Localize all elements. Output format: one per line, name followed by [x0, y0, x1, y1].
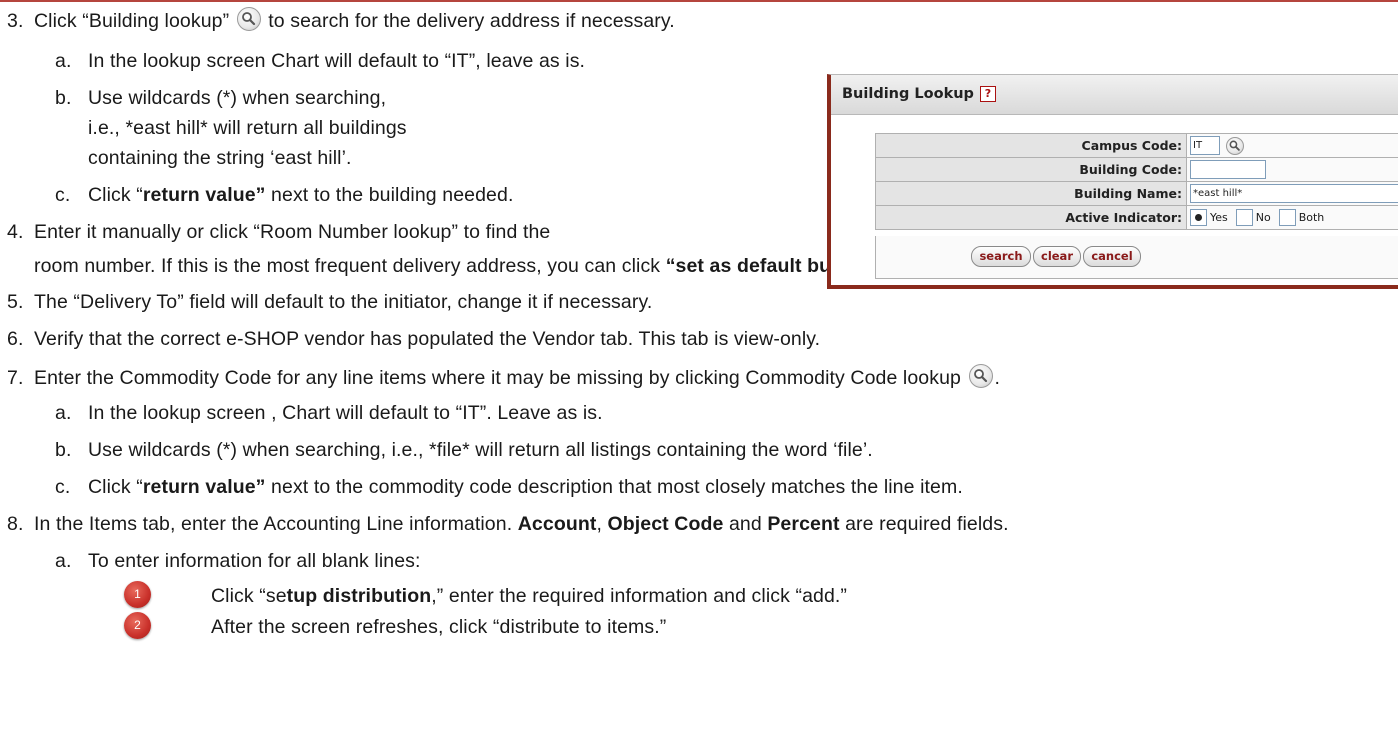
sub-text: i.e., *east hill* will return all buildi…	[88, 117, 407, 139]
field-label: Building Name:	[875, 181, 1187, 206]
radio-both[interactable]	[1278, 209, 1296, 226]
campus-lookup-icon[interactable]	[1225, 136, 1244, 155]
clear-button[interactable]: clear	[1033, 246, 1081, 267]
step-text: Click “Building lookup”	[34, 10, 230, 32]
sub-text: Click “se	[211, 585, 287, 607]
step-7b: b. Use wildcards (*) when searching, i.e.…	[55, 438, 873, 462]
step-text: Enter the Commodity Code for any line it…	[34, 367, 961, 389]
bold-text: Account	[517, 513, 597, 535]
step-7c: c. Click “return value” next to the commo…	[55, 475, 963, 499]
substep-2: After the screen refreshes, click “distr…	[211, 615, 666, 639]
bold-text: Object Code	[607, 513, 724, 535]
step-number: 7.	[7, 367, 24, 389]
step-text: room number. If this is the most frequen…	[34, 255, 666, 277]
step-3c: c. Click “return value” next to the build…	[55, 183, 513, 207]
step-4: 4. Enter it manually or click “Room Numbe…	[7, 220, 550, 244]
step-number: 6.	[7, 328, 24, 350]
sub-text: In the lookup screen Chart will default …	[88, 50, 586, 72]
step-badge-2: 2	[124, 612, 151, 639]
step-8a: a. To enter information for all blank lin…	[55, 549, 421, 573]
radio-yes[interactable]	[1190, 209, 1207, 226]
radio-label: Both	[1298, 211, 1325, 224]
form-row-campus-code: Campus Code: IT	[875, 133, 1398, 158]
campus-code-input[interactable]: IT	[1190, 136, 1220, 155]
field-value: Yes No Both	[1186, 205, 1398, 230]
step-text: Enter it manually or click “Room Number …	[34, 221, 551, 243]
step-6: 6. Verify that the correct e-SHOP vendor …	[7, 327, 820, 351]
step-8: 8. In the Items tab, enter the Accounting…	[7, 512, 1009, 536]
building-lookup-panel: Building Lookup? Campus Code: IT Buildin…	[827, 74, 1398, 289]
top-rule	[0, 0, 1398, 2]
step-3b-cont1: i.e., *east hill* will return all buildi…	[88, 116, 407, 140]
field-value	[1186, 157, 1398, 182]
step-3: 3. Click “Building lookup” to search for …	[7, 7, 675, 33]
form-row-active-indicator: Active Indicator: Yes No Both	[875, 205, 1398, 230]
sub-text: containing the string ‘east hill’.	[88, 147, 352, 169]
step-text: In the Items tab, enter the Accounting L…	[34, 513, 518, 535]
panel-title: Building Lookup	[842, 86, 974, 102]
commodity-code-lookup-icon	[968, 364, 993, 388]
bold-text: tup distribution	[286, 585, 432, 607]
step-3a: a. In the lookup screen Chart will defaul…	[55, 49, 585, 73]
field-value: IT	[1186, 133, 1398, 158]
lookup-form: Campus Code: IT Building Code: Building …	[875, 133, 1398, 230]
building-lookup-icon	[236, 7, 261, 31]
bold-text: return value”	[142, 476, 266, 498]
sub-text: Click “	[88, 184, 143, 206]
field-value: *east hill*	[1186, 181, 1398, 206]
field-label: Active Indicator:	[875, 205, 1187, 230]
sub-text: ,” enter the required information and cl…	[431, 585, 848, 607]
step-text: ,	[596, 513, 608, 535]
step-text: and	[723, 513, 768, 535]
sub-letter: b.	[55, 439, 72, 461]
sub-text: Click “	[88, 476, 143, 498]
sub-letter: c.	[55, 476, 71, 498]
step-text: The “Delivery To” field will default to …	[34, 291, 653, 313]
step-number: 8.	[7, 513, 24, 535]
radio-label: Yes	[1210, 211, 1228, 224]
field-label: Campus Code:	[875, 133, 1187, 158]
sub-text: next to the building needed.	[265, 184, 514, 206]
radio-no[interactable]	[1235, 209, 1253, 226]
building-name-input[interactable]: *east hill*	[1190, 184, 1398, 203]
search-button[interactable]: search	[971, 246, 1031, 267]
sub-text: next to the commodity code description t…	[265, 476, 963, 498]
bold-text: return value”	[142, 184, 266, 206]
radio-label: No	[1255, 211, 1271, 224]
form-row-building-code: Building Code:	[875, 157, 1398, 182]
building-code-input[interactable]	[1190, 160, 1266, 179]
sub-text: Use wildcards (*) when searching,	[88, 87, 387, 109]
sub-letter: b.	[55, 87, 72, 109]
step-badge-1: 1	[124, 581, 151, 608]
sub-text: Use wildcards (*) when searching, i.e., …	[88, 439, 873, 461]
step-number: 4.	[7, 221, 24, 243]
step-7: 7. Enter the Commodity Code for any line …	[7, 364, 1000, 390]
substep-1: Click “setup distribution,” enter the re…	[211, 584, 847, 608]
sub-letter: c.	[55, 184, 71, 206]
form-row-building-name: Building Name: *east hill*	[875, 181, 1398, 206]
help-icon[interactable]: ?	[979, 86, 996, 102]
step-5: 5. The “Delivery To” field will default t…	[7, 290, 652, 314]
bold-text: Percent	[767, 513, 840, 535]
step-number: 3.	[7, 10, 24, 32]
step-7a: a. In the lookup screen , Chart will defa…	[55, 401, 603, 425]
step-text-cont: .	[994, 367, 1001, 389]
sub-letter: a.	[55, 50, 72, 72]
step-3b: b. Use wildcards (*) when searching,	[55, 86, 386, 110]
sub-text: In the lookup screen , Chart will defaul…	[88, 402, 603, 424]
button-row: search clear cancel	[875, 236, 1398, 279]
step-3b-cont2: containing the string ‘east hill’.	[88, 146, 352, 170]
panel-header: Building Lookup?	[831, 75, 1398, 115]
cancel-button[interactable]: cancel	[1083, 246, 1141, 267]
step-text: Verify that the correct e-SHOP vendor ha…	[34, 328, 821, 350]
sub-text: To enter information for all blank lines…	[88, 550, 421, 572]
sub-letter: a.	[55, 402, 72, 424]
step-text: are required fields.	[839, 513, 1009, 535]
sub-letter: a.	[55, 550, 72, 572]
step-text-cont: to search for the delivery address if ne…	[262, 10, 675, 32]
step-4-cont: room number. If this is the most frequen…	[34, 254, 899, 278]
step-number: 5.	[7, 291, 24, 313]
field-label: Building Code:	[875, 157, 1187, 182]
sub-text: After the screen refreshes, click “distr…	[211, 616, 667, 638]
